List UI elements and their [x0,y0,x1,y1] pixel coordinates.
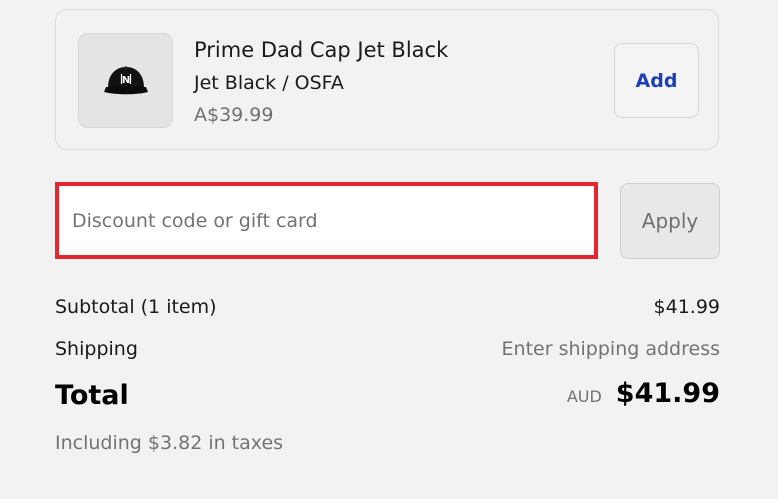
cap-icon: N [103,65,148,94]
product-thumbnail: N [78,33,173,128]
total-label: Total [55,380,129,411]
product-price: A$39.99 [194,104,274,126]
subtotal-value: $41.99 [653,296,720,318]
discount-input[interactable] [59,186,594,255]
taxes-note: Including $3.82 in taxes [55,432,284,454]
total-value: $41.99 [615,378,720,409]
subtotal-label: Subtotal (1 item) [55,296,217,318]
currency-code: AUD [566,387,602,406]
product-name: Prime Dad Cap Jet Black [194,38,449,62]
discount-field [55,182,598,259]
add-button[interactable]: Add [614,43,699,118]
svg-text:N: N [121,75,129,86]
shipping-label: Shipping [55,338,138,360]
total-amount: AUD $41.99 [567,378,720,409]
shipping-value: Enter shipping address [501,338,720,360]
upsell-product-card: N Prime Dad Cap Jet Black Jet Black / OS… [55,9,719,150]
apply-button[interactable]: Apply [620,183,720,259]
product-variant: Jet Black / OSFA [194,72,344,94]
